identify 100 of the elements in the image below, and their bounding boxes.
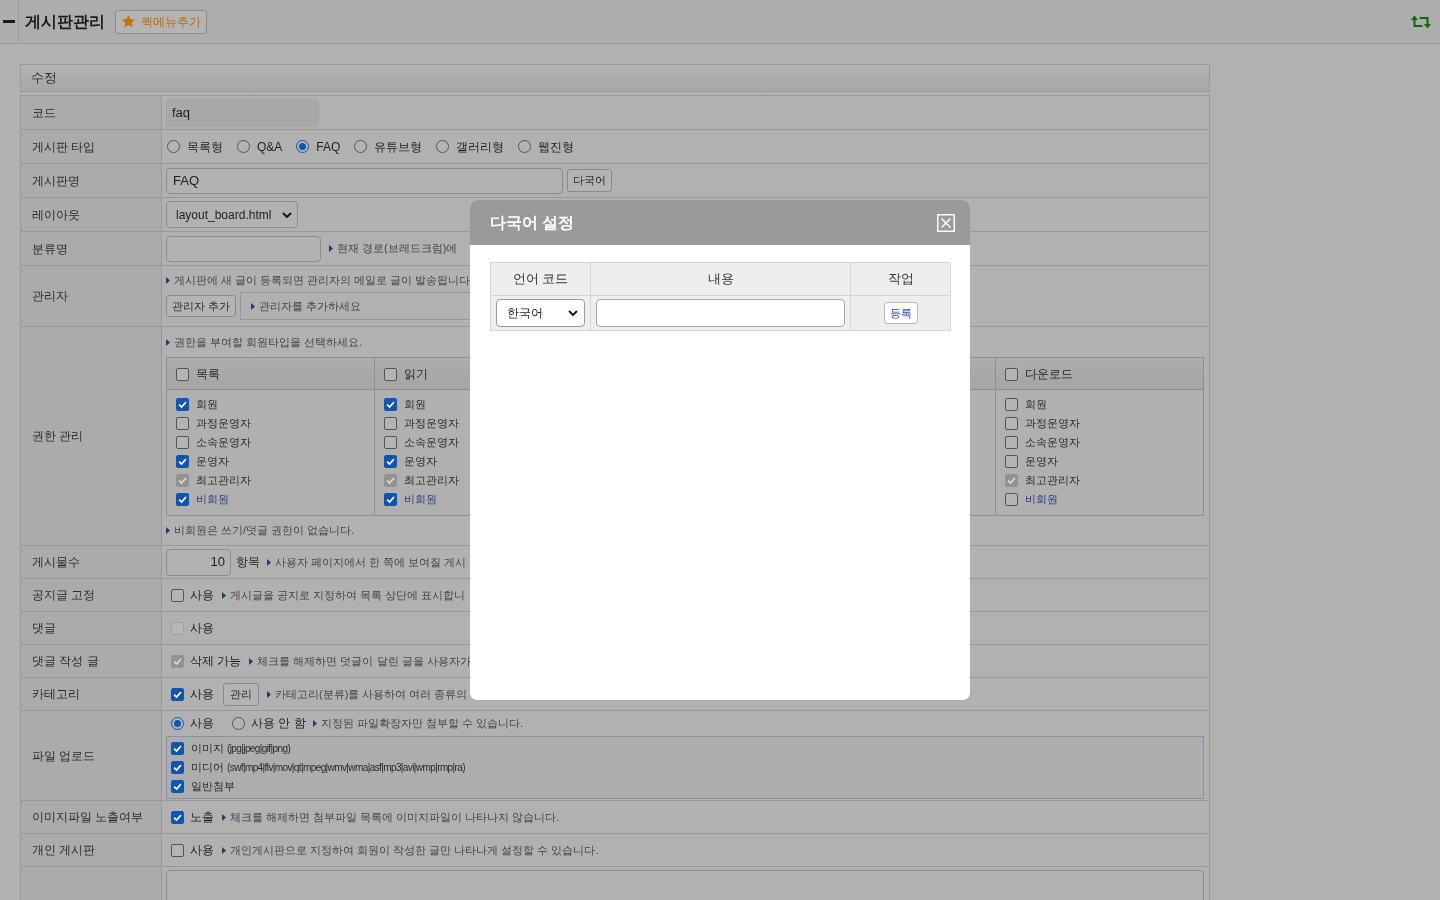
checkbox[interactable] <box>171 588 184 602</box>
checkbox-label: 사용 <box>190 842 214 859</box>
hint-text: 현재 경로(브레드크럼)에 <box>337 241 458 257</box>
radio-label: 갤러리형 <box>456 138 505 156</box>
radio-label: FAQ <box>316 138 341 156</box>
name-field[interactable]: FAQ <box>166 167 563 194</box>
checkbox[interactable] <box>1005 436 1018 449</box>
role-label: 회원 <box>404 397 426 413</box>
role-label: 비회원 <box>1025 492 1058 508</box>
radio-button[interactable] <box>296 140 310 153</box>
extension-list: (jpg|jpeg|gif|png) <box>227 741 291 756</box>
page-title: 게시판관리 <box>25 11 105 32</box>
checkbox[interactable] <box>171 843 184 857</box>
checkbox[interactable] <box>1005 455 1018 468</box>
extension-list: (swf|mp4|flv|mov|qt|mpeg|wmv|wma|asf|mp3|avi|wmp|rmp|ra) <box>227 760 465 775</box>
radio-button[interactable] <box>436 140 450 153</box>
hint-text: 관리자를 추가하세요 <box>259 299 362 314</box>
code-field[interactable]: faq <box>166 98 319 127</box>
register-button[interactable]: 등록 <box>883 302 918 324</box>
multilingual-button[interactable]: 다국어 <box>567 169 612 192</box>
checkbox-label: 삭제 가능 <box>190 653 242 670</box>
checkbox[interactable] <box>176 417 189 430</box>
hint-text: 사용자 페이지에서 한 쪽에 보여질 게시 <box>275 554 467 570</box>
radio-label: Q&A <box>257 138 283 156</box>
role-label: 비회원 <box>196 492 229 508</box>
hint-text: 비회원은 쓰기/덧글 권한이 없습니다. <box>174 523 355 539</box>
hint-text: 개인게시판으로 지정하여 회원이 작성한 글만 나타나게 설정할 수 있습니다. <box>230 842 599 858</box>
radio-button[interactable] <box>171 716 184 730</box>
role-label: 과정운영자 <box>196 416 251 432</box>
radio-button[interactable] <box>232 716 245 730</box>
checkbox-label: 노출 <box>190 809 214 826</box>
checkbox[interactable] <box>171 687 184 701</box>
checkbox[interactable] <box>384 417 397 430</box>
field-label: 이미지파일 노출여부 <box>32 809 144 826</box>
checkbox[interactable] <box>384 398 397 411</box>
role-label: 최고관리자 <box>404 473 459 489</box>
checkbox[interactable] <box>176 493 189 506</box>
checkbox[interactable] <box>171 761 184 774</box>
role-label: 운영자 <box>404 454 437 470</box>
repeat-arrows-icon[interactable] <box>1411 14 1431 29</box>
role-label: 최고관리자 <box>1025 473 1080 489</box>
manage-button[interactable]: 관리 <box>223 682 259 706</box>
hint-text: 체크를 해제하면 덧글이 달린 글을 사용자가 <box>257 653 471 669</box>
hint-text: 카테고리(분류)를 사용하여 여러 종류의 <box>275 686 468 702</box>
checkbox[interactable] <box>176 436 189 449</box>
checkbox[interactable] <box>384 493 397 506</box>
checkbox[interactable] <box>171 780 184 793</box>
checkbox[interactable] <box>1005 417 1018 430</box>
radio-button[interactable] <box>167 140 180 153</box>
checkbox[interactable] <box>176 367 189 381</box>
hint-text: 게시글을 공지로 지정하여 목록 상단에 표시합니 <box>230 587 466 603</box>
triangle-icon <box>222 591 226 599</box>
radio-label: 유튜브형 <box>374 138 423 156</box>
star-icon <box>121 14 136 29</box>
file-type-label: 일반첨부 <box>191 779 235 795</box>
field-label: 댓글 작성 글 <box>32 653 99 670</box>
triangle-icon <box>166 276 170 284</box>
role-label: 과정운영자 <box>404 416 459 432</box>
hint-text: 지정된 파일확장자만 첨부할 수 있습니다. <box>320 715 523 731</box>
radio-label: 목록형 <box>187 138 223 156</box>
radio-label: 웹진형 <box>538 138 575 156</box>
chevron-down-icon <box>282 211 292 218</box>
file-type-label: 미디어 <box>191 760 224 776</box>
radio-button[interactable] <box>237 140 250 153</box>
role-label: 운영자 <box>196 454 229 470</box>
layout-select[interactable]: layout_board.html <box>166 201 298 228</box>
radio-label: 사용 <box>190 715 214 732</box>
checkbox[interactable] <box>384 436 397 449</box>
field-label: 공지글 고정 <box>32 587 96 604</box>
field-label: 관리자 <box>32 288 68 305</box>
triangle-icon <box>166 339 170 346</box>
close-icon[interactable] <box>937 213 955 232</box>
language-select[interactable]: 한국어 <box>496 299 585 327</box>
checkbox[interactable] <box>1005 367 1018 381</box>
checkbox[interactable] <box>171 810 184 824</box>
triangle-icon <box>267 558 271 566</box>
checkbox[interactable] <box>171 742 184 755</box>
add-admin-button[interactable]: 관리자 추가 <box>166 295 237 318</box>
file-type-label: 이미지 <box>191 741 224 757</box>
permission-title: 목록 <box>196 366 220 383</box>
field-label: 레이아웃 <box>32 206 80 224</box>
checkbox[interactable] <box>176 455 189 468</box>
count-field[interactable]: 10 <box>166 548 231 576</box>
radio-button[interactable] <box>518 140 532 153</box>
hint-text: 게시판에 새 글이 등록되면 관리자의 메일로 글이 발송됩니다 <box>174 272 471 288</box>
radio-button[interactable] <box>354 140 368 153</box>
field-label: 댓글 <box>32 620 56 637</box>
permission-title: 읽기 <box>404 366 428 383</box>
role-label: 회원 <box>196 397 218 413</box>
checkbox[interactable] <box>384 367 397 381</box>
hint-text: 권한을 부여할 회원타입을 선택하세요. <box>174 335 363 351</box>
content-field[interactable] <box>596 299 845 327</box>
column-header: 내용 <box>707 270 734 289</box>
field-label: 게시판 타입 <box>32 138 96 156</box>
checkbox[interactable] <box>1005 398 1018 411</box>
category-name-field[interactable] <box>166 235 321 262</box>
checkbox[interactable] <box>176 398 189 411</box>
column-header: 작업 <box>887 270 914 289</box>
checkbox[interactable] <box>1005 493 1018 506</box>
checkbox[interactable] <box>384 455 397 468</box>
